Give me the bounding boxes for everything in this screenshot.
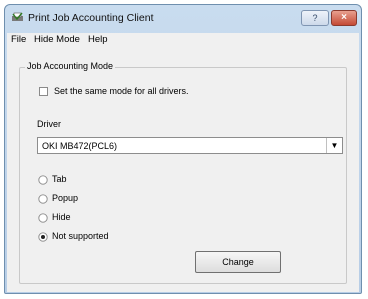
- same-mode-checkbox[interactable]: [39, 87, 48, 96]
- radio-hide[interactable]: [38, 213, 48, 223]
- help-button[interactable]: ?: [301, 10, 329, 26]
- job-accounting-mode-group: [19, 67, 347, 284]
- menu-bar: File Hide Mode Help: [7, 33, 359, 48]
- title-bar[interactable]: Print Job Accounting Client ? ×: [5, 5, 361, 31]
- menu-help[interactable]: Help: [88, 34, 108, 45]
- window-title: Print Job Accounting Client: [28, 12, 154, 24]
- chevron-down-icon[interactable]: ▼: [326, 138, 342, 153]
- change-button[interactable]: Change: [195, 251, 281, 273]
- app-window: Print Job Accounting Client ? × File Hid…: [4, 4, 362, 294]
- group-label: Job Accounting Mode: [25, 61, 116, 71]
- menu-file[interactable]: File: [11, 34, 26, 45]
- menu-hide-mode[interactable]: Hide Mode: [34, 34, 80, 45]
- radio-tab-label[interactable]: Tab: [52, 174, 67, 184]
- radio-not-supported-label[interactable]: Not supported: [52, 231, 109, 241]
- radio-hide-label[interactable]: Hide: [52, 212, 71, 222]
- radio-tab[interactable]: [38, 175, 48, 185]
- radio-not-supported[interactable]: [38, 232, 48, 242]
- driver-select-value: OKI MB472(PCL6): [42, 141, 118, 151]
- close-button[interactable]: ×: [331, 10, 357, 26]
- radio-popup[interactable]: [38, 194, 48, 204]
- same-mode-checkbox-label[interactable]: Set the same mode for all drivers.: [54, 86, 189, 96]
- driver-label: Driver: [37, 119, 61, 129]
- driver-select[interactable]: OKI MB472(PCL6) ▼: [37, 137, 343, 154]
- printer-app-icon: [12, 12, 23, 21]
- dialog-body: Job Accounting Mode Set the same mode fo…: [7, 48, 359, 292]
- radio-popup-label[interactable]: Popup: [52, 193, 78, 203]
